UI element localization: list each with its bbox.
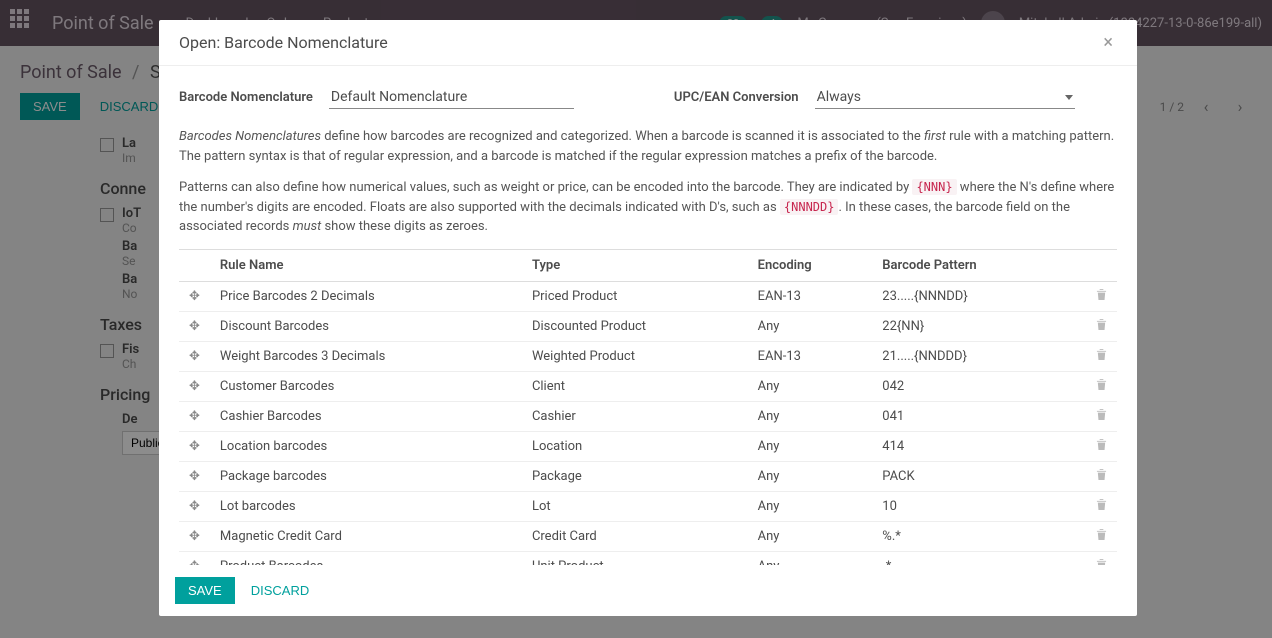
rule-name-cell: Customer Barcodes (210, 371, 522, 401)
col-encoding[interactable]: Encoding (748, 249, 873, 281)
table-row[interactable]: ✥ Discount Barcodes Discounted Product A… (179, 311, 1117, 341)
modal-body: Barcode Nomenclature UPC/EAN Conversion … (159, 66, 1137, 565)
rule-type-cell: Unit Product (522, 551, 748, 565)
trash-icon[interactable] (1065, 521, 1117, 551)
help-text-2: Patterns can also define how numerical v… (179, 178, 1117, 237)
drag-handle-icon[interactable]: ✥ (179, 281, 210, 311)
upcean-label: UPC/EAN Conversion (674, 90, 799, 105)
table-row[interactable]: ✥ Product Barcodes Unit Product Any .* (179, 551, 1117, 565)
rule-name-cell: Price Barcodes 2 Decimals (210, 281, 522, 311)
modal-discard-button[interactable]: Discard (241, 577, 320, 604)
col-actions (1065, 249, 1117, 281)
trash-icon[interactable] (1065, 341, 1117, 371)
table-row[interactable]: ✥ Lot barcodes Lot Any 10 (179, 491, 1117, 521)
modal-dialog: Open: Barcode Nomenclature × Barcode Nom… (159, 20, 1137, 616)
upcean-select[interactable]: Always (815, 86, 1075, 109)
rule-pattern-cell: 414 (872, 431, 1065, 461)
rule-name-cell: Location barcodes (210, 431, 522, 461)
col-type[interactable]: Type (522, 249, 748, 281)
rule-pattern-cell: 10 (872, 491, 1065, 521)
upcean-value: Always (817, 89, 861, 105)
rule-encoding-cell: EAN-13 (748, 281, 873, 311)
rule-encoding-cell: Any (748, 491, 873, 521)
rule-pattern-cell: 042 (872, 371, 1065, 401)
rule-encoding-cell: Any (748, 431, 873, 461)
rule-name-cell: Discount Barcodes (210, 311, 522, 341)
drag-handle-icon[interactable]: ✥ (179, 401, 210, 431)
help-text-1: Barcodes Nomenclatures define how barcod… (179, 127, 1117, 166)
rule-type-cell: Location (522, 431, 748, 461)
rule-encoding-cell: Any (748, 461, 873, 491)
trash-icon[interactable] (1065, 281, 1117, 311)
rule-pattern-cell: PACK (872, 461, 1065, 491)
rule-encoding-cell: Any (748, 311, 873, 341)
rule-type-cell: Credit Card (522, 521, 748, 551)
rule-name-cell: Weight Barcodes 3 Decimals (210, 341, 522, 371)
drag-handle-icon[interactable]: ✥ (179, 551, 210, 565)
rule-pattern-cell: .* (872, 551, 1065, 565)
rule-name-cell: Package barcodes (210, 461, 522, 491)
drag-handle-icon[interactable]: ✥ (179, 341, 210, 371)
rule-pattern-cell: 22{NN} (872, 311, 1065, 341)
table-row[interactable]: ✥ Price Barcodes 2 Decimals Priced Produ… (179, 281, 1117, 311)
rule-pattern-cell: 041 (872, 401, 1065, 431)
trash-icon[interactable] (1065, 461, 1117, 491)
col-drag (179, 249, 210, 281)
rule-pattern-cell: 21.....{NNDDD} (872, 341, 1065, 371)
chevron-down-icon (1065, 95, 1073, 100)
drag-handle-icon[interactable]: ✥ (179, 311, 210, 341)
rule-type-cell: Package (522, 461, 748, 491)
table-row[interactable]: ✥ Weight Barcodes 3 Decimals Weighted Pr… (179, 341, 1117, 371)
rule-type-cell: Priced Product (522, 281, 748, 311)
trash-icon[interactable] (1065, 401, 1117, 431)
nomenclature-input[interactable] (329, 86, 574, 109)
rule-name-cell: Cashier Barcodes (210, 401, 522, 431)
rule-encoding-cell: Any (748, 551, 873, 565)
table-row[interactable]: ✥ Package barcodes Package Any PACK (179, 461, 1117, 491)
nomenclature-label: Barcode Nomenclature (179, 90, 313, 105)
drag-handle-icon[interactable]: ✥ (179, 371, 210, 401)
rule-name-cell: Magnetic Credit Card (210, 521, 522, 551)
table-row[interactable]: ✥ Location barcodes Location Any 414 (179, 431, 1117, 461)
drag-handle-icon[interactable]: ✥ (179, 431, 210, 461)
trash-icon[interactable] (1065, 371, 1117, 401)
table-row[interactable]: ✥ Magnetic Credit Card Credit Card Any %… (179, 521, 1117, 551)
table-row[interactable]: ✥ Cashier Barcodes Cashier Any 041 (179, 401, 1117, 431)
trash-icon[interactable] (1065, 551, 1117, 565)
modal-title: Open: Barcode Nomenclature (179, 33, 388, 52)
rule-pattern-cell: %.* (872, 521, 1065, 551)
rule-encoding-cell: Any (748, 371, 873, 401)
modal-save-button[interactable]: Save (175, 577, 235, 604)
drag-handle-icon[interactable]: ✥ (179, 521, 210, 551)
drag-handle-icon[interactable]: ✥ (179, 491, 210, 521)
trash-icon[interactable] (1065, 311, 1117, 341)
rule-type-cell: Discounted Product (522, 311, 748, 341)
col-barcode-pattern[interactable]: Barcode Pattern (872, 249, 1065, 281)
rule-encoding-cell: EAN-13 (748, 341, 873, 371)
trash-icon[interactable] (1065, 491, 1117, 521)
rule-type-cell: Client (522, 371, 748, 401)
drag-handle-icon[interactable]: ✥ (179, 461, 210, 491)
modal-footer: Save Discard (159, 565, 1137, 616)
close-icon[interactable]: × (1099, 32, 1117, 53)
rule-encoding-cell: Any (748, 521, 873, 551)
rule-encoding-cell: Any (748, 401, 873, 431)
rule-pattern-cell: 23.....{NNNDD} (872, 281, 1065, 311)
rules-table: Rule Name Type Encoding Barcode Pattern … (179, 249, 1117, 566)
rule-name-cell: Product Barcodes (210, 551, 522, 565)
table-row[interactable]: ✥ Customer Barcodes Client Any 042 (179, 371, 1117, 401)
trash-icon[interactable] (1065, 431, 1117, 461)
rule-type-cell: Weighted Product (522, 341, 748, 371)
rule-type-cell: Cashier (522, 401, 748, 431)
rule-name-cell: Lot barcodes (210, 491, 522, 521)
modal-header: Open: Barcode Nomenclature × (159, 20, 1137, 66)
col-rule-name[interactable]: Rule Name (210, 249, 522, 281)
rule-type-cell: Lot (522, 491, 748, 521)
